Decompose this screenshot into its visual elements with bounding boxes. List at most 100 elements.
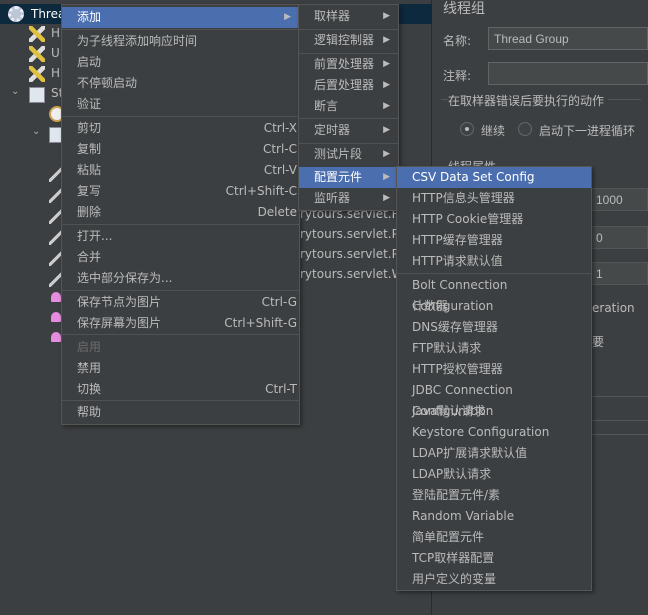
name-input[interactable] (488, 27, 648, 50)
menu-item-9[interactable]: 粘贴 Ctrl-V (62, 160, 299, 181)
comment-input[interactable] (488, 62, 648, 85)
menu-item-0[interactable]: 添加 ▶ (62, 7, 299, 28)
radio-next-loop-label[interactable]: 启动下一进程循环 (539, 122, 635, 139)
shortcut-label: Delete (257, 205, 297, 219)
menu-item-ftp[interactable]: FTP默认请求 (397, 338, 591, 359)
menu-item-http[interactable]: HTTP缓存管理器 (397, 230, 591, 251)
divider (590, 434, 648, 435)
menu-item-3[interactable]: 启动 (62, 52, 299, 73)
submenu-arrow-icon: ▶ (383, 11, 390, 21)
menu-item-http[interactable]: HTTP请求默认值 (397, 251, 591, 272)
menu-item-2[interactable]: 逻辑控制器 ▶ (299, 30, 398, 51)
menu-item-label: 添加 (77, 10, 102, 24)
menu-item-ldap[interactable]: LDAP扩展请求默认值 (397, 443, 591, 464)
menu-item-label: 启用 (77, 340, 102, 354)
tree-label[interactable]: rytours.servlet.Pu (300, 227, 406, 241)
menu-item-20: 启用 (62, 337, 299, 358)
menu-item-label: 粘贴 (77, 163, 102, 177)
menu-item-label: 计数器 (412, 299, 449, 313)
menu-item-12[interactable]: 配置元件 ▶ (299, 167, 398, 188)
config-element-submenu: CSV Data Set Config HTTP信息头管理器 HTTP Cookie… (396, 166, 592, 591)
menu-item-16[interactable]: 登陆配置元件/素 (397, 485, 591, 506)
menu-item-http[interactable]: HTTP授权管理器 (397, 359, 591, 380)
menu-item-18[interactable]: 保存屏幕为图片 Ctrl+Shift-G (62, 313, 299, 334)
add-submenu: 取样器 ▶ 逻辑控制器 ▶ 前置处理器 ▶ 后置处理器 ▶ 断言 ▶ 定时器 ▶ 测试片段 ▶ 配置元件 ▶ 监… (298, 4, 399, 211)
menu-item-http[interactable]: HTTP信息头管理器 (397, 188, 591, 209)
tree-label[interactable]: rytours.servlet.We (300, 267, 410, 281)
menu-item-17[interactable]: 保存节点为图片 Ctrl-G (62, 292, 299, 313)
ramp-up-input[interactable] (590, 226, 648, 249)
wrench-icon (29, 46, 45, 62)
wrench-icon (29, 66, 45, 82)
submenu-arrow-icon: ▶ (383, 35, 390, 45)
menu-item-java[interactable]: Java默认请求 (397, 401, 591, 422)
menu-item-label: 复制 (77, 142, 102, 156)
menu-item-label: 保存屏幕为图片 (77, 316, 162, 330)
threads-input[interactable] (590, 188, 648, 211)
radio-continue[interactable] (460, 122, 474, 136)
shortcut-label: Ctrl-C (262, 142, 297, 156)
menu-item-label: 后置处理器 (314, 78, 375, 92)
menu-item-label: 删除 (77, 205, 102, 219)
menu-item-jdbc-connection-configuration[interactable]: JDBC Connection Configuration (397, 380, 591, 418)
radio-next-loop[interactable] (518, 122, 532, 136)
submenu-arrow-icon: ▶ (383, 80, 390, 90)
menu-item-7[interactable]: 剪切 Ctrl-X (62, 118, 299, 139)
menu-item-6[interactable]: 断言 ▶ (299, 96, 398, 117)
gear-icon (8, 6, 24, 22)
menu-item-5[interactable]: 验证 (62, 94, 299, 115)
submenu-arrow-icon: ▶ (383, 149, 390, 159)
menu-item-random-variable[interactable]: Random Variable (397, 506, 591, 527)
menu-item-14[interactable]: 合并 (62, 247, 299, 268)
menu-item-label: 切换 (77, 382, 102, 396)
menu-item-0[interactable]: 取样器 ▶ (299, 6, 398, 27)
menu-item-13[interactable]: 打开... (62, 226, 299, 247)
radio-continue-label[interactable]: 继续 (481, 122, 505, 139)
shortcut-label: Ctrl-G (261, 295, 297, 309)
menu-item-5[interactable]: 后置处理器 ▶ (299, 75, 398, 96)
menu-item-20[interactable]: 用户定义的变量 (397, 569, 591, 590)
tree-label[interactable]: rytours.servlet.Pu (300, 247, 406, 261)
menu-item-label: 不停顿启动 (77, 76, 138, 90)
menu-item-label: Java默认请求 (412, 404, 486, 418)
menu-item-11[interactable]: 删除 Delete (62, 202, 299, 223)
tree-label[interactable]: H (51, 26, 60, 40)
menu-item-2[interactable]: 为子线程添加响应时间 (62, 31, 299, 52)
tree-label[interactable]: H (51, 66, 60, 80)
menu-item-18[interactable]: 简单配置元件 (397, 527, 591, 548)
menu-item-15[interactable]: 选中部分保存为... (62, 268, 299, 289)
menu-item-8[interactable]: 定时器 ▶ (299, 120, 398, 141)
error-action-group-label: 在取样器错误后要执行的动作 (448, 92, 609, 109)
divider (590, 420, 648, 421)
menu-item-8[interactable]: 复制 Ctrl-C (62, 139, 299, 160)
menu-item-21[interactable]: 禁用 (62, 358, 299, 379)
menu-separator (62, 116, 299, 117)
menu-item-label: HTTP缓存管理器 (412, 233, 503, 247)
menu-item-13[interactable]: 监听器 ▶ (299, 188, 398, 209)
chevron-down-icon[interactable]: ⌄ (32, 126, 40, 137)
menu-item-label: 测试片段 (314, 147, 363, 161)
menu-item-label: DNS缓存管理器 (412, 320, 498, 334)
menu-item-10[interactable]: 复写 Ctrl+Shift-C (62, 181, 299, 202)
loop-count-input[interactable] (590, 262, 648, 285)
menu-item-tcp[interactable]: TCP取样器配置 (397, 548, 591, 569)
menu-item-7[interactable]: 计数器 (397, 296, 591, 317)
chevron-down-icon[interactable]: ⌄ (11, 86, 19, 97)
menu-item-10[interactable]: 测试片段 ▶ (299, 144, 398, 165)
menu-item-22[interactable]: 切换 Ctrl-T (62, 379, 299, 400)
menu-item-4[interactable]: 不停顿启动 (62, 73, 299, 94)
menu-item-dns[interactable]: DNS缓存管理器 (397, 317, 591, 338)
menu-item-bolt-connection-configuration[interactable]: Bolt Connection Configuration (397, 275, 591, 313)
menu-item-24[interactable]: 帮助 (62, 402, 299, 423)
shortcut-label: Ctrl-V (263, 163, 297, 177)
menu-item-keystore-configuration[interactable]: Keystore Configuration (397, 422, 591, 443)
menu-item-ldap[interactable]: LDAP默认请求 (397, 464, 591, 485)
menu-item-label: 启动 (77, 55, 102, 69)
menu-item-4[interactable]: 前置处理器 ▶ (299, 54, 398, 75)
menu-item-http-cookie[interactable]: HTTP Cookie管理器 (397, 209, 591, 230)
menu-item-csv-data-set-config[interactable]: CSV Data Set Config (397, 167, 591, 188)
tree-label[interactable]: U (51, 46, 60, 60)
menu-item-label: HTTP请求默认值 (412, 254, 503, 268)
menu-separator (62, 224, 299, 225)
menu-item-label: LDAP扩展请求默认值 (412, 446, 528, 460)
